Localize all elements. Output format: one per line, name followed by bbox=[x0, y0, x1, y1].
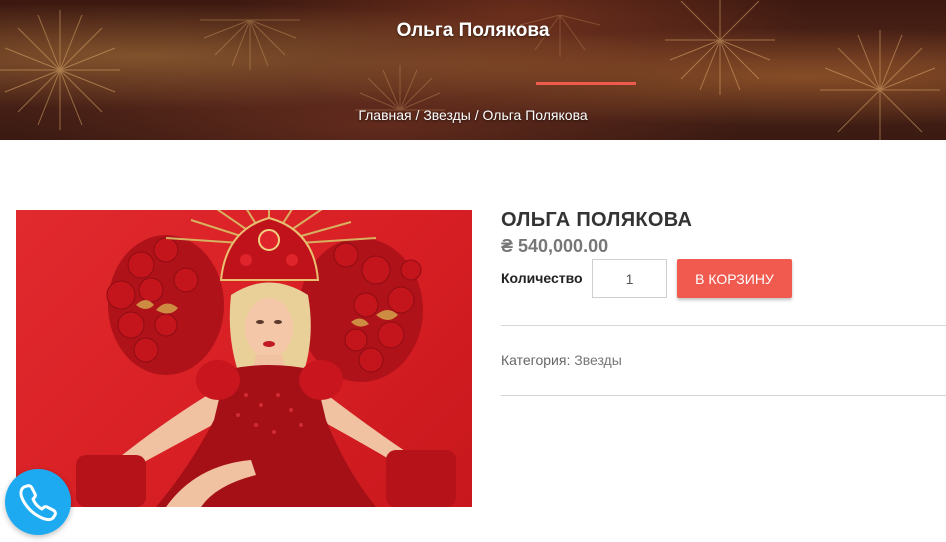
product-title: ОЛЬГА ПОЛЯКОВА bbox=[501, 209, 693, 231]
page-hero-banner: Ольга Полякова Главная / Звезды / Ольга … bbox=[0, 0, 946, 140]
product-image[interactable] bbox=[16, 210, 472, 507]
product-price: ₴ 540,000.00 bbox=[501, 236, 609, 256]
add-to-cart-button[interactable]: В КОРЗИНУ bbox=[677, 259, 792, 298]
breadcrumb-separator: / bbox=[470, 107, 483, 123]
breadcrumb-link-home[interactable]: Главная bbox=[358, 107, 411, 123]
product-photo-illustration bbox=[76, 210, 456, 507]
product-category-meta: Категория: Звезды bbox=[501, 352, 622, 370]
page-title: Ольга Полякова bbox=[396, 20, 550, 41]
breadcrumb-link-category[interactable]: Звезды bbox=[423, 107, 471, 123]
red-crown-headdress bbox=[219, 216, 320, 281]
category-label: Категория: bbox=[501, 352, 571, 368]
category-link[interactable]: Звезды bbox=[574, 352, 622, 368]
quantity-label: Количество bbox=[501, 270, 583, 286]
breadcrumb-current-page: Ольга Полякова bbox=[482, 107, 588, 123]
face bbox=[245, 298, 293, 358]
breadcrumb-separator: / bbox=[411, 107, 424, 123]
summary-divider-bottom bbox=[501, 395, 946, 396]
quantity-input[interactable] bbox=[592, 259, 667, 298]
phone-icon bbox=[19, 484, 57, 521]
summary-divider-top bbox=[501, 325, 946, 326]
breadcrumb: Главная / Звезды / Ольга Полякова bbox=[0, 107, 946, 125]
call-us-button[interactable] bbox=[5, 469, 71, 535]
title-underline-divider bbox=[536, 82, 636, 85]
